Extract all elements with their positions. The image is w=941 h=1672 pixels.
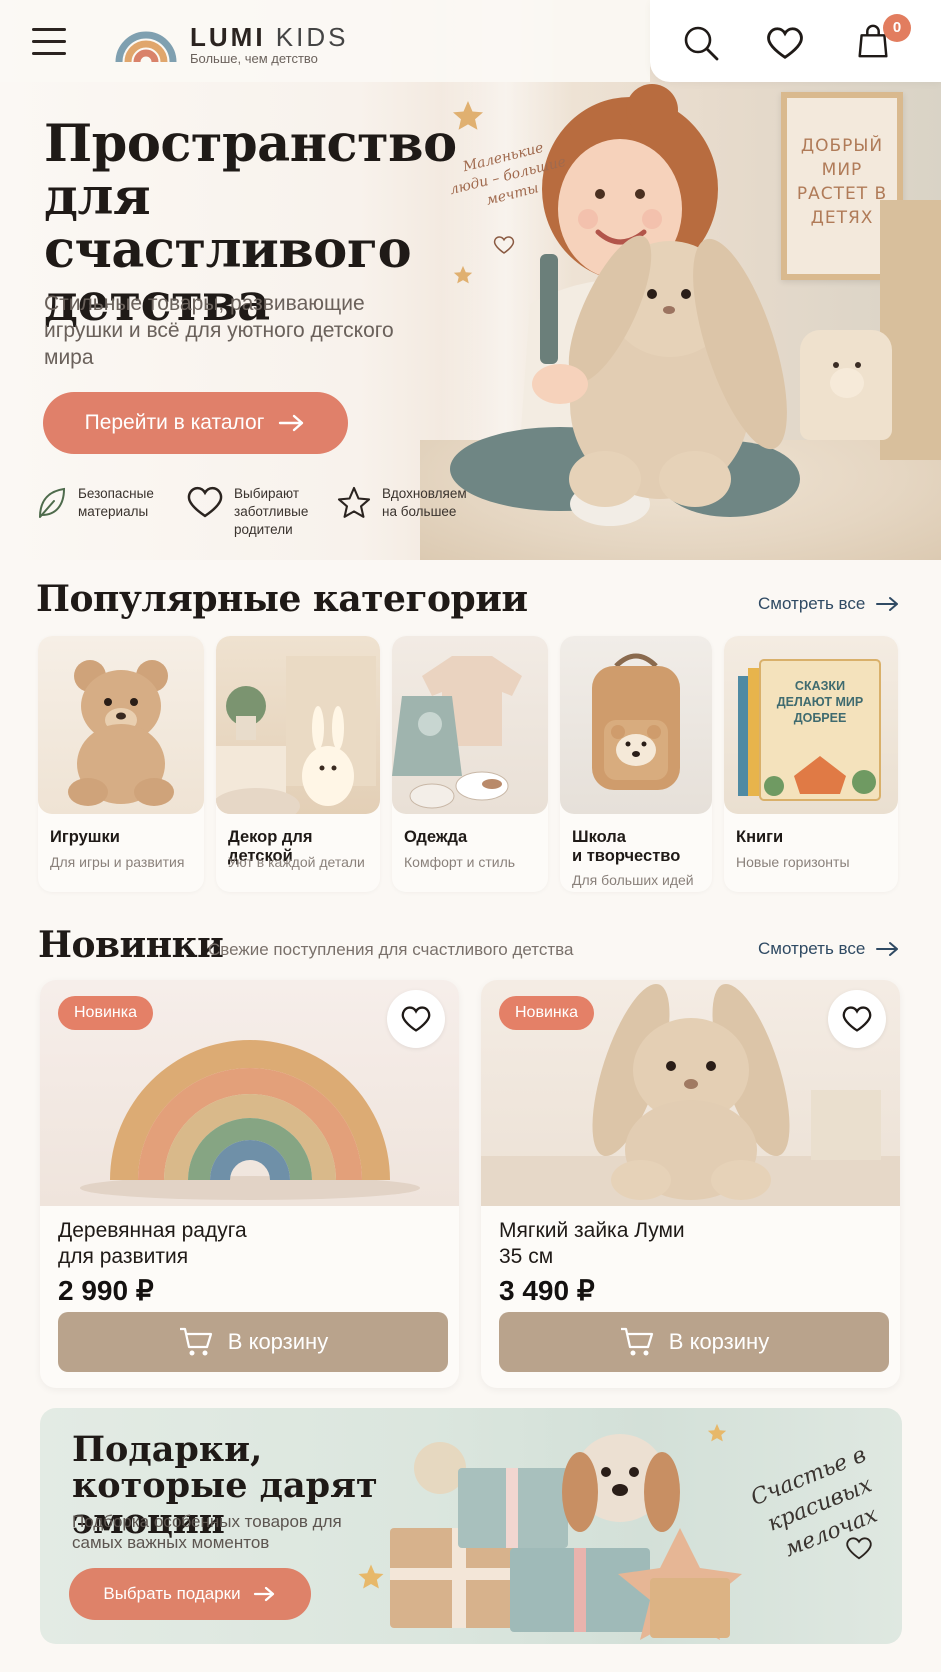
bunny-lamp-image	[216, 656, 376, 814]
site-header: LUMI KIDS Больше, чем детство 0	[0, 0, 941, 82]
rainbow-logo-icon[interactable]	[115, 18, 177, 64]
teddy-bear-image	[68, 660, 174, 806]
heart-doodle-icon	[493, 236, 515, 254]
category-description: Новые горизонты	[736, 854, 850, 870]
product-price: 2 990 ₽	[58, 1275, 154, 1306]
search-icon[interactable]	[682, 24, 720, 62]
categories-see-all-link[interactable]: Смотреть все	[758, 594, 901, 614]
brand-tagline: Больше, чем детство	[190, 51, 318, 66]
add-to-favorites-button[interactable]	[828, 990, 886, 1048]
product-card[interactable]: Новинка Деревянная радуга для развития 2…	[40, 980, 459, 1388]
arrow-right-icon	[876, 942, 899, 956]
product-image: Новинка	[481, 980, 900, 1206]
perk-inspire: Вдохновляем на большее	[336, 485, 496, 539]
brand-name[interactable]: LUMI KIDS	[190, 22, 348, 53]
arrow-right-icon	[279, 414, 304, 432]
categories-title: Популярные категории	[36, 578, 528, 620]
category-card-toys[interactable]: Игрушки Для игры и развития	[38, 636, 204, 892]
perks-list: Безопасные материалы Выбирают заботливые ро…	[36, 485, 496, 539]
menu-icon[interactable]	[32, 28, 66, 56]
category-name: Игрушки	[50, 828, 120, 846]
star-decoration-icon	[358, 1564, 384, 1589]
product-image: Новинка	[40, 980, 459, 1206]
gift-banner: Подарки, которые дарят эмоции Подборка о…	[40, 1408, 902, 1644]
category-description: Комфорт и стиль	[404, 854, 516, 870]
heart-icon	[842, 1006, 872, 1032]
new-badge: Новинка	[58, 996, 153, 1030]
hero-subtitle: Стильные товары, развивающие игрушки и в…	[44, 292, 394, 369]
new-arrivals-subtitle: Свежие поступления для счастливого детст…	[208, 940, 574, 959]
product-card[interactable]: Новинка Мягкий зайка Луми 35 см 3 490 ₽ …	[481, 980, 900, 1388]
add-to-cart-button[interactable]: В корзину	[58, 1312, 448, 1372]
product-price: 3 490 ₽	[499, 1275, 595, 1306]
category-description: Для больших идей	[572, 872, 694, 888]
category-name: Одежда	[404, 828, 468, 846]
hero-banner: ДОБРЫЙ МИР РАСТЕТ В ДЕТЯХ Маленькие люди…	[0, 0, 941, 560]
category-card-decor[interactable]: Декор для детской Уют в каждой детали	[216, 636, 380, 892]
new-badge: Новинка	[499, 996, 594, 1030]
new-arrivals-title: Новинки	[38, 924, 224, 966]
product-name: Деревянная радуга для развития	[58, 1219, 247, 1268]
bear-backpack-image	[592, 653, 680, 790]
catalog-button[interactable]: Перейти в каталог	[43, 392, 348, 454]
new-arrivals-see-all-link[interactable]: Смотреть все	[758, 939, 901, 959]
category-image: СКАЗКИ ДЕЛАЮТ МИР ДОБРЕЕ	[724, 636, 898, 814]
category-name: Книги	[736, 828, 784, 846]
perk-safe-materials: Безопасные материалы	[36, 485, 186, 539]
choose-gifts-button[interactable]: Выбрать подарки	[69, 1568, 311, 1620]
star-decoration-icon	[707, 1423, 727, 1442]
cart-icon	[620, 1327, 653, 1356]
category-image	[216, 636, 380, 814]
favorites-icon[interactable]	[766, 24, 804, 62]
arrow-right-icon	[253, 1586, 274, 1602]
gifts-and-plush-dog-image	[390, 1434, 742, 1640]
cart-icon	[179, 1327, 212, 1356]
category-card-school[interactable]: Школа и творчество Для больших идей	[560, 636, 712, 892]
arrow-right-icon	[876, 597, 899, 611]
leaf-icon	[39, 487, 66, 518]
category-card-clothes[interactable]: Одежда Комфорт и стиль	[392, 636, 548, 892]
cart-count-badge: 0	[883, 14, 911, 42]
heart-icon	[401, 1006, 431, 1032]
book-cover-title: СКАЗКИ ДЕЛАЮТ МИР ДОБРЕЕ	[776, 679, 864, 725]
gift-banner-subtitle: Подборка особенных товаров для самых важ…	[72, 1512, 342, 1552]
add-to-cart-button[interactable]: В корзину	[499, 1312, 889, 1372]
kids-clothes-image	[392, 656, 522, 809]
category-image	[392, 636, 548, 814]
star-icon	[337, 486, 371, 518]
category-description: Для игры и развития	[50, 854, 185, 870]
category-name: Школа и творчество	[572, 828, 681, 865]
product-name: Мягкий зайка Луми 35 см	[499, 1219, 685, 1268]
category-image	[38, 636, 204, 814]
heart-doodle-icon	[846, 1537, 872, 1560]
category-image	[560, 636, 712, 814]
category-description: Уют в каждой детали	[228, 854, 365, 870]
add-to-favorites-button[interactable]	[387, 990, 445, 1048]
catalog-button-label: Перейти в каталог	[84, 411, 265, 434]
heart-icon	[187, 486, 223, 518]
category-card-books[interactable]: СКАЗКИ ДЕЛАЮТ МИР ДОБРЕЕ Книги Новые гор…	[724, 636, 898, 892]
perk-caring-parents: Выбирают заботливые родители	[186, 485, 336, 539]
